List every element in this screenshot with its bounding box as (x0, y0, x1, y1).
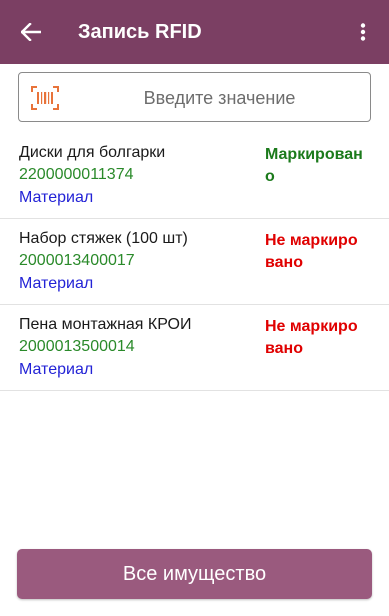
item-barcode: 2000013500014 (19, 338, 135, 355)
item-type: Материал (19, 189, 94, 206)
item-name: Набор стяжек (100 шт) (19, 230, 188, 247)
barcode-icon[interactable] (31, 86, 59, 110)
more-vert-icon (360, 23, 366, 41)
item-type: Материал (19, 275, 94, 292)
list-item[interactable]: Набор стяжек (100 шт) 2000013400017 Мате… (0, 219, 389, 305)
scan-input-placeholder: Введите значение (143, 88, 296, 108)
scan-input[interactable]: Введите значение (18, 72, 371, 122)
item-name: Пена монтажная КРОИ (19, 316, 192, 333)
item-status: Не маркиро вано (265, 318, 358, 357)
item-type: Материал (19, 361, 94, 378)
arrow-left-icon (21, 23, 41, 41)
items-list: Диски для болгарки 2200000011374 Материа… (0, 133, 389, 391)
item-status: Маркирован о (265, 146, 363, 185)
list-item[interactable]: Пена монтажная КРОИ 2000013500014 Матери… (0, 305, 389, 391)
list-item[interactable]: Диски для болгарки 2200000011374 Материа… (0, 133, 389, 219)
more-options-button[interactable] (351, 20, 375, 44)
item-barcode: 2200000011374 (19, 166, 134, 183)
item-barcode: 2000013400017 (19, 252, 135, 269)
page-title: Запись RFID (78, 21, 202, 43)
app-bar: Запись RFID (0, 0, 389, 64)
item-status: Не маркиро вано (265, 232, 358, 271)
all-property-button[interactable]: Все имущество (17, 549, 372, 599)
back-button[interactable] (18, 19, 44, 45)
item-name: Диски для болгарки (19, 144, 166, 161)
